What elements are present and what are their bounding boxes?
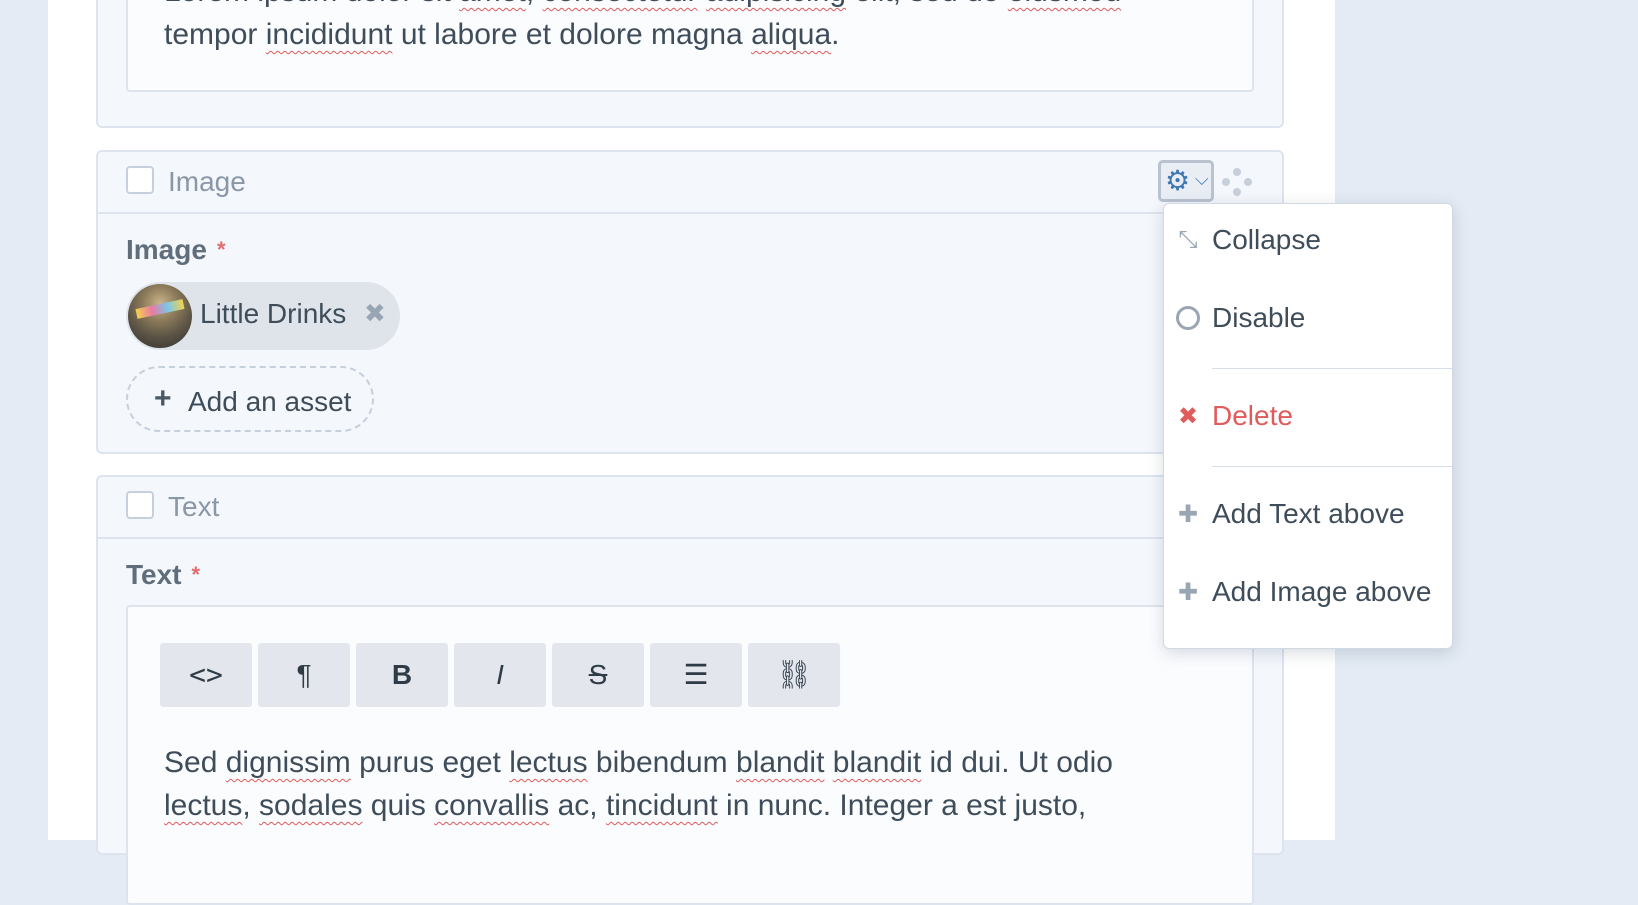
asset-thumbnail	[128, 284, 192, 348]
rich-text-editor-top[interactable]: Lorem ipsum dolor sit amet, consectetur …	[126, 0, 1254, 92]
block-select-checkbox[interactable]	[126, 166, 154, 194]
menu-divider	[1212, 368, 1452, 369]
plus-icon: ✚	[1177, 579, 1199, 606]
field-label: Text *	[126, 559, 200, 591]
rich-text-editor[interactable]: <> ¶ B I S ☰ ⛓ Sed dignissim purus eget lectus…	[126, 605, 1254, 905]
x-icon: ✖	[1177, 403, 1199, 430]
code-button[interactable]: <>	[160, 643, 252, 707]
field-label-text: Text	[126, 559, 182, 590]
bullet-list-icon: ☰	[683, 659, 709, 690]
misspelled-word: dignissim	[225, 746, 351, 779]
gear-icon: ⚙	[1165, 165, 1191, 196]
circle-icon	[1176, 304, 1200, 332]
asset-name: Little Drinks	[200, 298, 347, 329]
misspelled-word: adipisicing	[706, 0, 846, 8]
misspelled-word: sodales	[259, 789, 363, 822]
misspelled-word: tincidunt	[605, 789, 718, 822]
asset-chip[interactable]: Little Drinks ✖	[126, 282, 400, 350]
menu-item-label: Collapse	[1212, 224, 1321, 255]
editor-content[interactable]: Sed dignissim purus eget lectus bibendum…	[164, 741, 1192, 827]
misspelled-word: eiusmod	[1008, 0, 1121, 8]
field-label: Image *	[126, 234, 226, 266]
misspelled-word: blandit	[832, 746, 922, 779]
misspelled-word: blandit	[736, 746, 825, 779]
add-asset-button[interactable]: + Add an asset	[126, 366, 374, 432]
block-settings-menu: ⤡ Collapse Disable ✖ Delete ✚ Add Text above ✚ A…	[1163, 203, 1453, 649]
block-settings-button[interactable]: ⚙ ⌵	[1158, 160, 1214, 202]
bold-icon: B	[391, 659, 413, 690]
menu-item-delete[interactable]: ✖ Delete	[1164, 392, 1452, 442]
drag-handle-icon[interactable]	[1222, 168, 1252, 198]
text-block-top: Lorem ipsum dolor sit amet, consectetur …	[96, 0, 1284, 128]
block-header: Image	[98, 152, 1282, 214]
required-icon: *	[191, 562, 201, 587]
editor-content[interactable]: Lorem ipsum dolor sit amet, consectetur …	[164, 0, 1192, 56]
menu-item-label: Disable	[1212, 302, 1306, 333]
plus-icon: ✚	[1177, 501, 1199, 528]
paragraph-icon: ¶	[296, 659, 312, 690]
paragraph-button[interactable]: ¶	[258, 643, 350, 707]
misspelled-word: lectus	[509, 746, 588, 779]
field-label-text: Image	[126, 234, 207, 265]
block-select-checkbox[interactable]	[126, 491, 154, 519]
bold-button[interactable]: B	[356, 643, 448, 707]
menu-divider	[1212, 466, 1452, 467]
misspelled-word: lectus	[164, 789, 243, 822]
code-icon: <>	[189, 658, 223, 691]
menu-item-label: Add Text above	[1212, 498, 1405, 529]
link-icon: ⛓	[776, 659, 812, 690]
misspelled-word: incididunt	[265, 18, 393, 51]
text-line: lectus, sodales quis convallis ac, tinci…	[164, 789, 1087, 822]
chevron-down-icon: ⌵	[1195, 169, 1209, 189]
bullet-list-button[interactable]: ☰	[650, 643, 742, 707]
strikethrough-button[interactable]: S	[552, 643, 644, 707]
menu-item-add-image-above[interactable]: ✚ Add Image above	[1164, 568, 1452, 618]
block-title: Text	[168, 491, 220, 522]
menu-item-add-text-above[interactable]: ✚ Add Text above	[1164, 490, 1452, 540]
link-button[interactable]: ⛓	[748, 643, 840, 707]
collapse-icon: ⤡	[1178, 226, 1198, 253]
plus-icon: +	[154, 382, 172, 415]
menu-item-label: Add Image above	[1212, 576, 1432, 607]
misspelled-word: amet	[459, 0, 526, 8]
required-icon: *	[216, 237, 226, 262]
menu-item-collapse[interactable]: ⤡ Collapse	[1164, 216, 1452, 266]
misspelled-word: convallis	[434, 789, 550, 822]
text-block: Text Text * <> ¶ B I S ☰ ⛓ Sed dignissim purus …	[96, 475, 1284, 905]
menu-item-label: Delete	[1212, 400, 1293, 431]
italic-button[interactable]: I	[454, 643, 546, 707]
text-line: Lorem ipsum dolor sit amet, consectetur …	[164, 0, 1192, 13]
add-asset-label: Add an asset	[188, 386, 352, 417]
text-line: tempor incididunt ut labore et dolore ma…	[164, 18, 840, 51]
text-line: Sed dignissim purus eget lectus bibendum…	[164, 746, 1113, 779]
misspelled-word: consectetur	[542, 0, 697, 8]
misspelled-word: aliqua	[751, 18, 832, 51]
strikethrough-icon: S	[588, 659, 608, 690]
image-block: Image Image * Little Drinks ✖ + Add an as…	[96, 150, 1284, 454]
block-header: Text	[98, 477, 1282, 539]
block-title: Image	[168, 166, 246, 197]
remove-asset-icon[interactable]: ✖	[364, 298, 386, 329]
italic-icon: I	[496, 659, 504, 690]
menu-item-disable[interactable]: Disable	[1164, 294, 1452, 344]
